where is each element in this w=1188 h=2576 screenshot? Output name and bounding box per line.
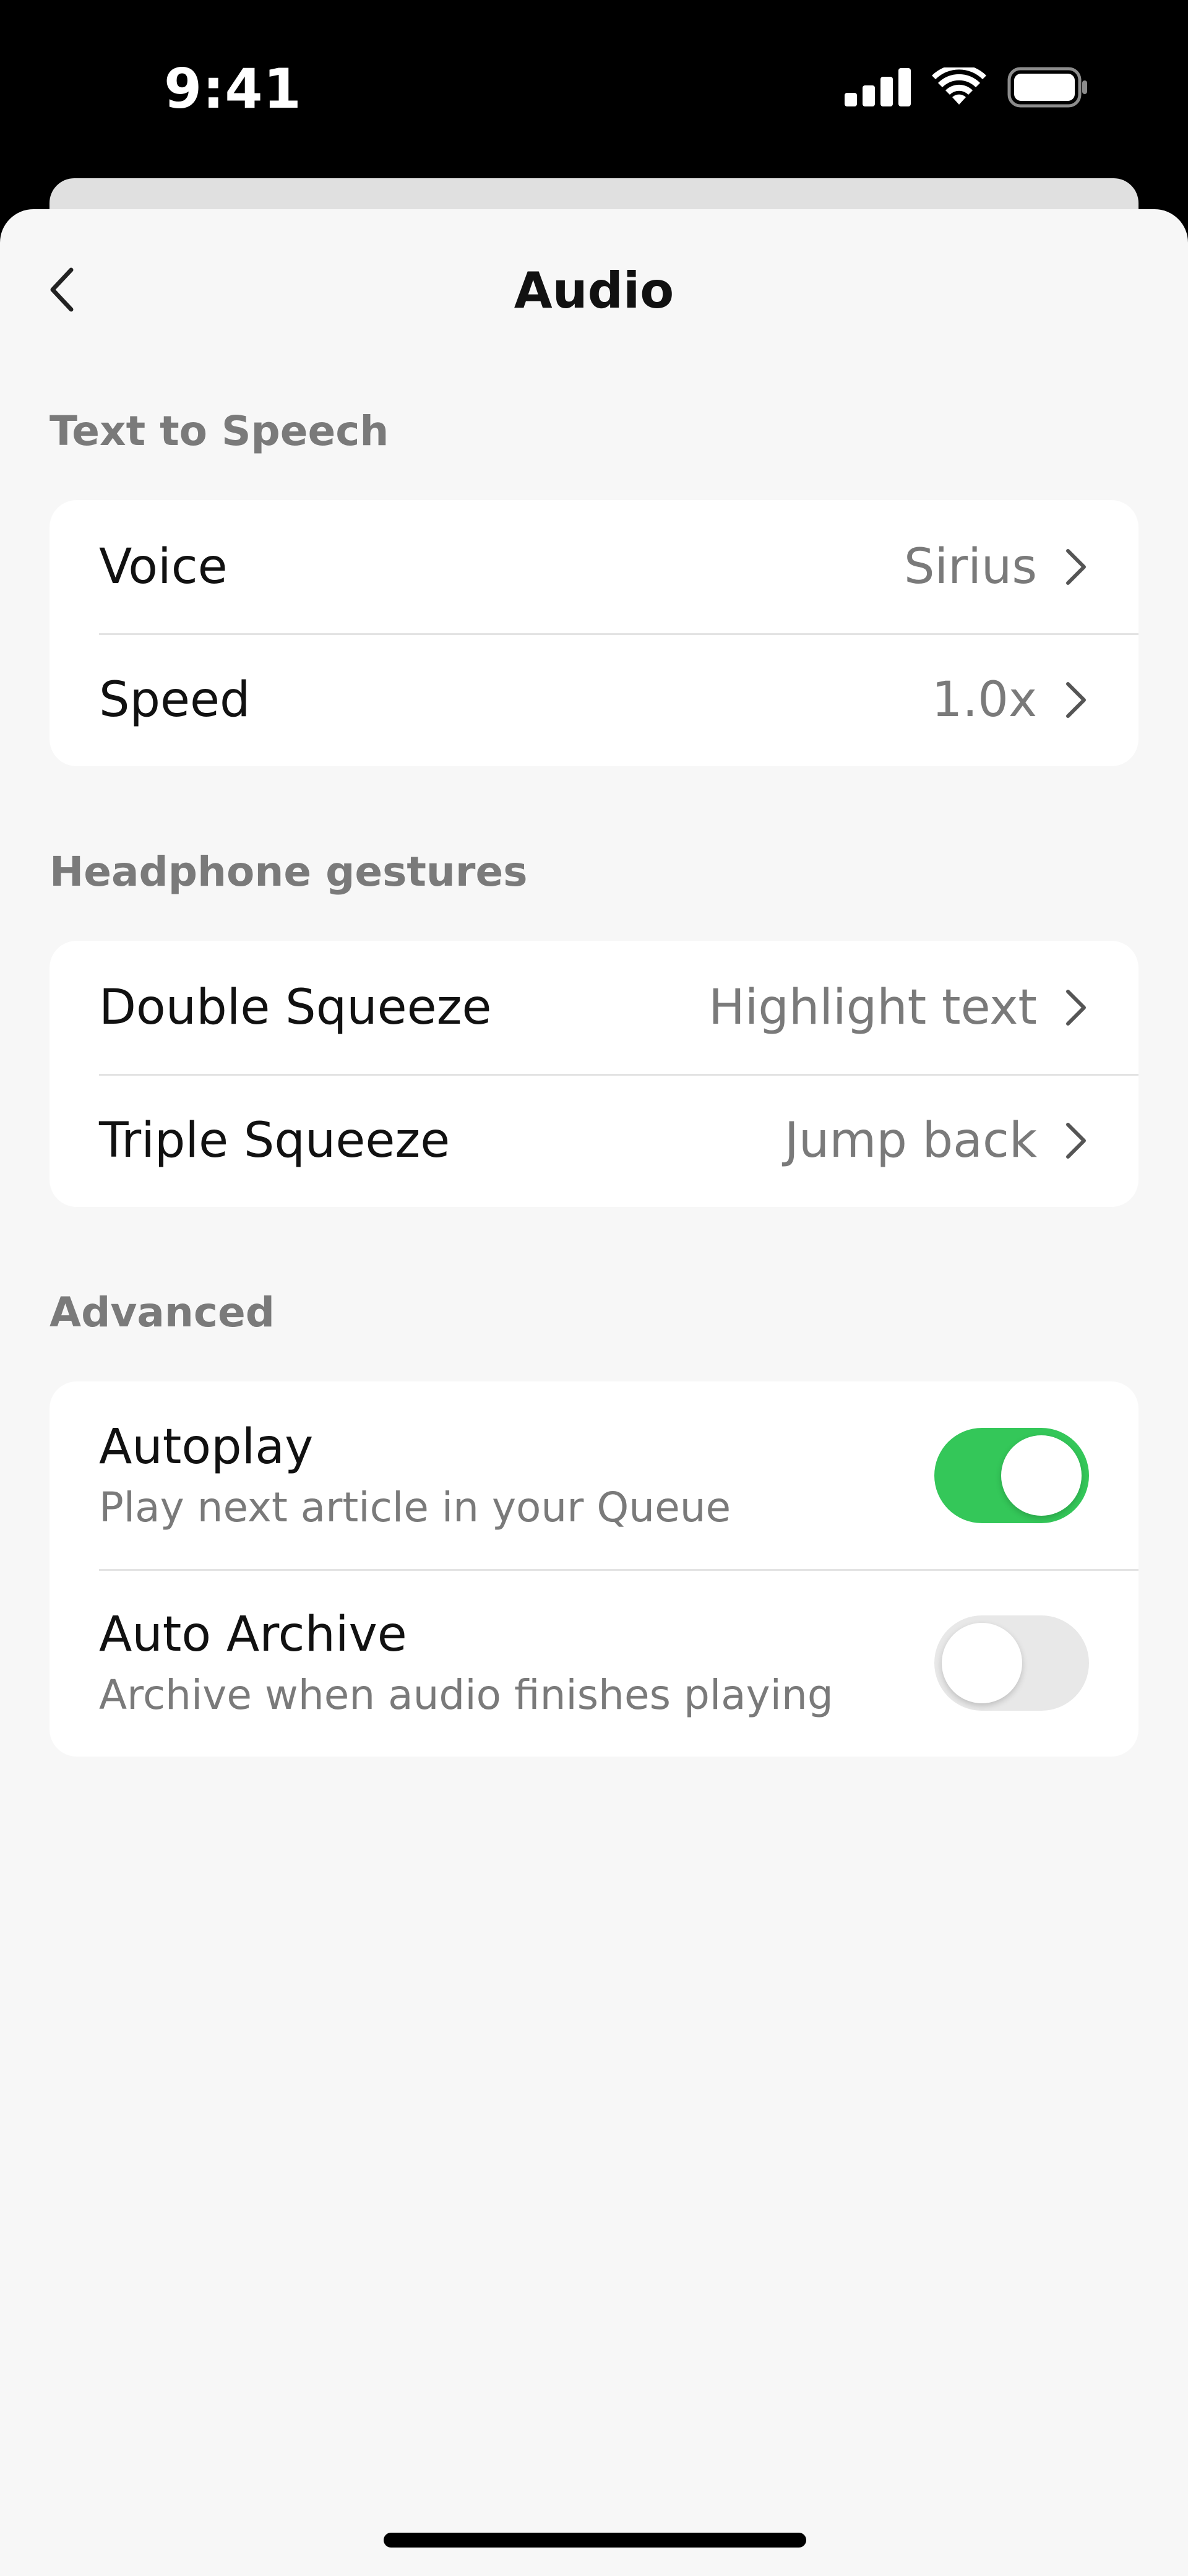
auto-archive-text: Auto Archive Archive when audio finishes… — [99, 1607, 934, 1719]
group-advanced: Autoplay Play next article in your Queue… — [50, 1381, 1138, 1757]
section-header-text-to-speech: Text to Speech — [50, 407, 389, 455]
triple-squeeze-row[interactable]: Triple Squeeze Jump back — [50, 1074, 1138, 1207]
nav-bar: Audio — [0, 209, 1188, 376]
battery-icon — [1007, 67, 1087, 108]
cellular-signal-icon — [845, 68, 911, 106]
chevron-right-icon — [1066, 548, 1086, 585]
voice-label: Voice — [99, 538, 228, 595]
double-squeeze-row[interactable]: Double Squeeze Highlight text — [50, 941, 1138, 1074]
page-title: Audio — [514, 262, 674, 319]
group-headphone-gestures: Double Squeeze Highlight text Triple Squ… — [50, 941, 1138, 1207]
autoplay-label: Autoplay — [99, 1419, 314, 1475]
settings-sheet: Audio Text to Speech Voice Sirius Speed … — [0, 209, 1188, 2576]
chevron-right-icon — [1066, 1122, 1086, 1159]
wifi-icon — [932, 67, 986, 105]
speed-label: Speed — [99, 672, 251, 728]
section-header-advanced: Advanced — [50, 1289, 275, 1336]
status-bar: 9:41 — [0, 0, 1188, 179]
auto-archive-toggle[interactable] — [934, 1615, 1089, 1711]
speed-row[interactable]: Speed 1.0x — [50, 633, 1138, 766]
autoplay-text: Autoplay Play next article in your Queue — [99, 1419, 934, 1531]
autoplay-row: Autoplay Play next article in your Queue — [50, 1381, 1138, 1569]
status-time: 9:41 — [164, 57, 302, 121]
toggle-knob — [942, 1622, 1022, 1703]
status-icons — [845, 67, 1089, 108]
triple-squeeze-value: Jump back — [784, 1112, 1037, 1169]
speed-value: 1.0x — [931, 672, 1037, 728]
triple-squeeze-label: Triple Squeeze — [99, 1112, 450, 1169]
toggle-knob — [1001, 1435, 1082, 1516]
auto-archive-row: Auto Archive Archive when audio finishes… — [50, 1569, 1138, 1757]
double-squeeze-label: Double Squeeze — [99, 979, 492, 1035]
chevron-right-icon — [1066, 681, 1086, 718]
double-squeeze-value: Highlight text — [708, 979, 1037, 1035]
autoplay-toggle[interactable] — [934, 1427, 1089, 1523]
voice-value: Sirius — [904, 538, 1037, 595]
autoplay-subtitle: Play next article in your Queue — [99, 1484, 731, 1531]
section-header-headphone-gestures: Headphone gestures — [50, 848, 528, 896]
home-indicator[interactable] — [384, 2533, 806, 2548]
voice-row[interactable]: Voice Sirius — [50, 500, 1138, 633]
auto-archive-label: Auto Archive — [99, 1607, 407, 1662]
group-text-to-speech: Voice Sirius Speed 1.0x — [50, 500, 1138, 766]
auto-archive-subtitle: Archive when audio finishes playing — [99, 1671, 833, 1719]
chevron-right-icon — [1066, 989, 1086, 1026]
